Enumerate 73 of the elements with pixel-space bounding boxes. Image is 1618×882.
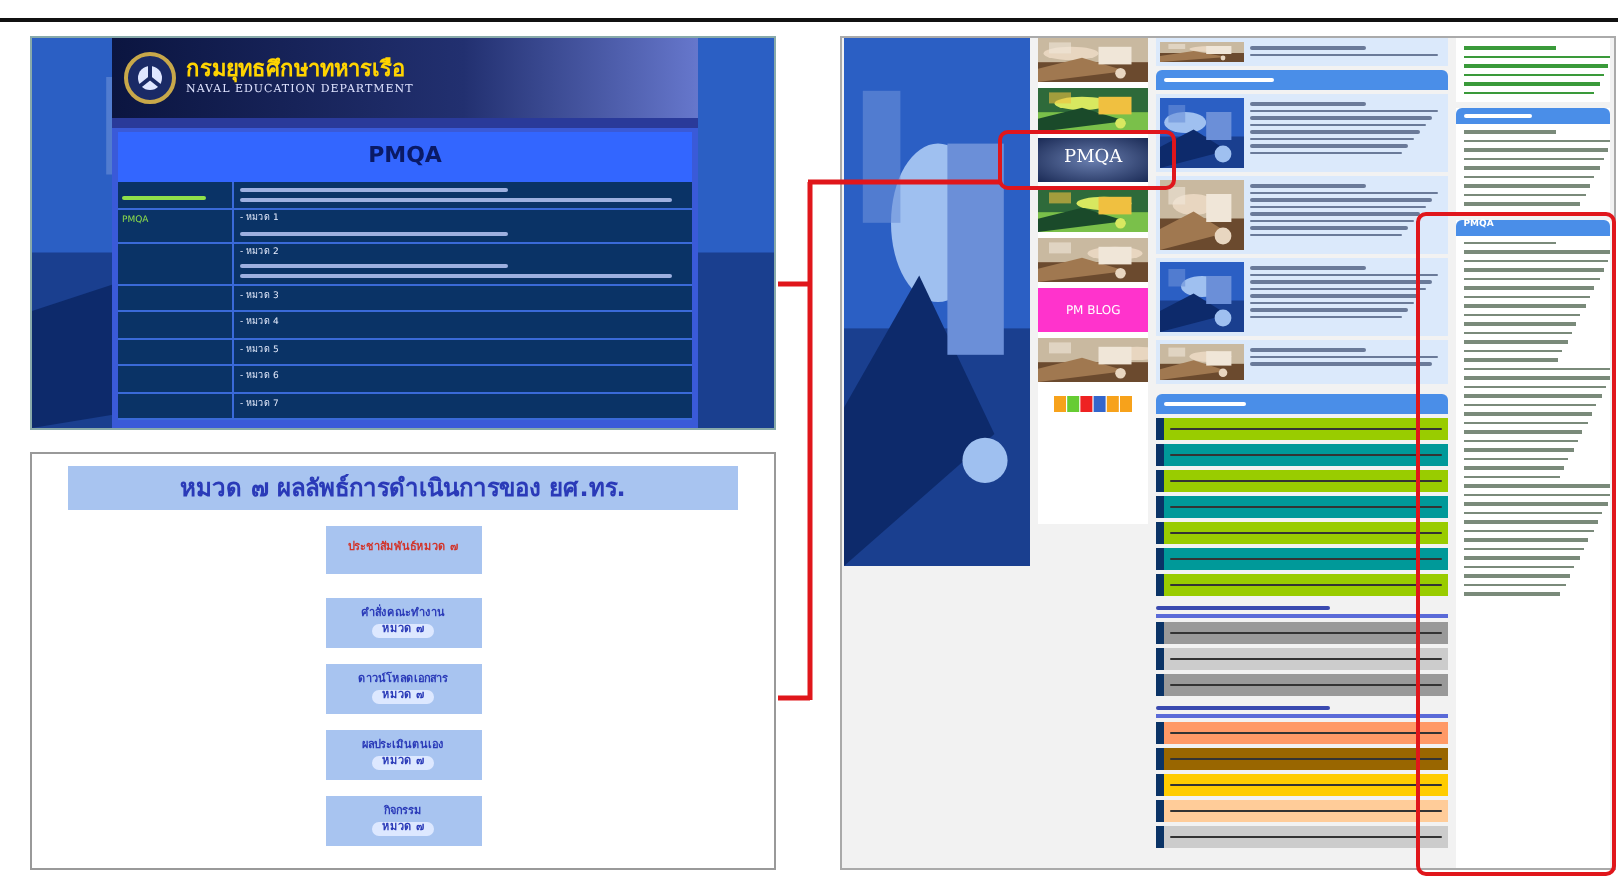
text-line xyxy=(1463,592,1561,595)
news-row[interactable] xyxy=(1156,674,1448,696)
text-line xyxy=(1463,538,1589,541)
news-row[interactable] xyxy=(1156,774,1448,796)
news-row[interactable] xyxy=(1156,548,1448,570)
text-line xyxy=(1463,511,1603,514)
text-line xyxy=(1463,466,1564,469)
text-line xyxy=(1463,547,1584,550)
site-title: กรมยุทธศึกษาทหารเรือ xyxy=(186,57,408,82)
news-row[interactable] xyxy=(1156,722,1448,744)
text-line xyxy=(1164,402,1247,406)
text-line xyxy=(1463,313,1581,316)
text-line xyxy=(1463,430,1583,433)
text-line xyxy=(1463,304,1586,307)
news-row[interactable] xyxy=(1156,800,1448,822)
emblem-icon xyxy=(124,52,176,104)
text-line xyxy=(1463,385,1606,388)
text-line xyxy=(1463,82,1600,85)
text-line xyxy=(1463,394,1601,397)
text-line xyxy=(1463,520,1598,523)
text-line xyxy=(1463,403,1597,406)
text-line xyxy=(1250,348,1367,351)
text-line xyxy=(1164,78,1275,82)
text-line xyxy=(1463,448,1574,451)
page-heading: หมวด ๗ ผลลัพธ์การดำเนินการของ ยศ.ทร. xyxy=(68,466,738,510)
text-line xyxy=(1250,184,1367,187)
text-line xyxy=(1463,331,1572,334)
text-line xyxy=(1463,286,1595,289)
text-line xyxy=(1250,46,1367,49)
news-row[interactable] xyxy=(1156,522,1448,544)
text-line xyxy=(1463,202,1581,205)
news-row[interactable] xyxy=(1156,496,1448,518)
text-line xyxy=(1463,130,1557,133)
text-line xyxy=(1463,91,1595,94)
news-row[interactable] xyxy=(1156,418,1448,440)
text-line xyxy=(1250,266,1367,269)
text-line xyxy=(1463,421,1588,424)
news-row[interactable] xyxy=(1156,470,1448,492)
text-line xyxy=(1463,565,1575,568)
text-line xyxy=(1463,583,1566,586)
text-line xyxy=(1463,475,1560,478)
text-line xyxy=(1463,73,1605,76)
text-line xyxy=(1463,340,1567,343)
text-line xyxy=(1463,358,1558,361)
page-heading: PMQA xyxy=(368,140,442,173)
text-line xyxy=(1250,102,1367,105)
text-line xyxy=(1463,556,1580,559)
text-line xyxy=(1463,349,1563,352)
text-line xyxy=(1463,241,1557,244)
news-row[interactable] xyxy=(1156,648,1448,670)
visitor-counter-icon xyxy=(1053,396,1134,412)
news-row[interactable] xyxy=(1156,826,1448,848)
menu-link[interactable] xyxy=(122,196,207,200)
text-line xyxy=(1463,457,1569,460)
text-line xyxy=(1463,574,1571,577)
text-line xyxy=(1463,295,1591,298)
text-line xyxy=(1463,184,1591,187)
news-row[interactable] xyxy=(1156,622,1448,644)
news-row[interactable] xyxy=(1156,574,1448,596)
text-line xyxy=(1463,166,1600,169)
text-line xyxy=(1463,114,1533,118)
text-line xyxy=(1463,175,1595,178)
text-line xyxy=(1463,157,1605,160)
text-line xyxy=(1463,46,1557,49)
text-line xyxy=(1463,193,1586,196)
text-line xyxy=(1463,268,1605,271)
text-line xyxy=(1463,412,1592,415)
text-line xyxy=(1463,322,1577,325)
text-line xyxy=(1463,439,1578,442)
text-line xyxy=(1463,529,1594,532)
text-line xyxy=(1463,277,1600,280)
news-row[interactable] xyxy=(1156,444,1448,466)
banner[interactable]: PMQA xyxy=(1038,138,1149,182)
